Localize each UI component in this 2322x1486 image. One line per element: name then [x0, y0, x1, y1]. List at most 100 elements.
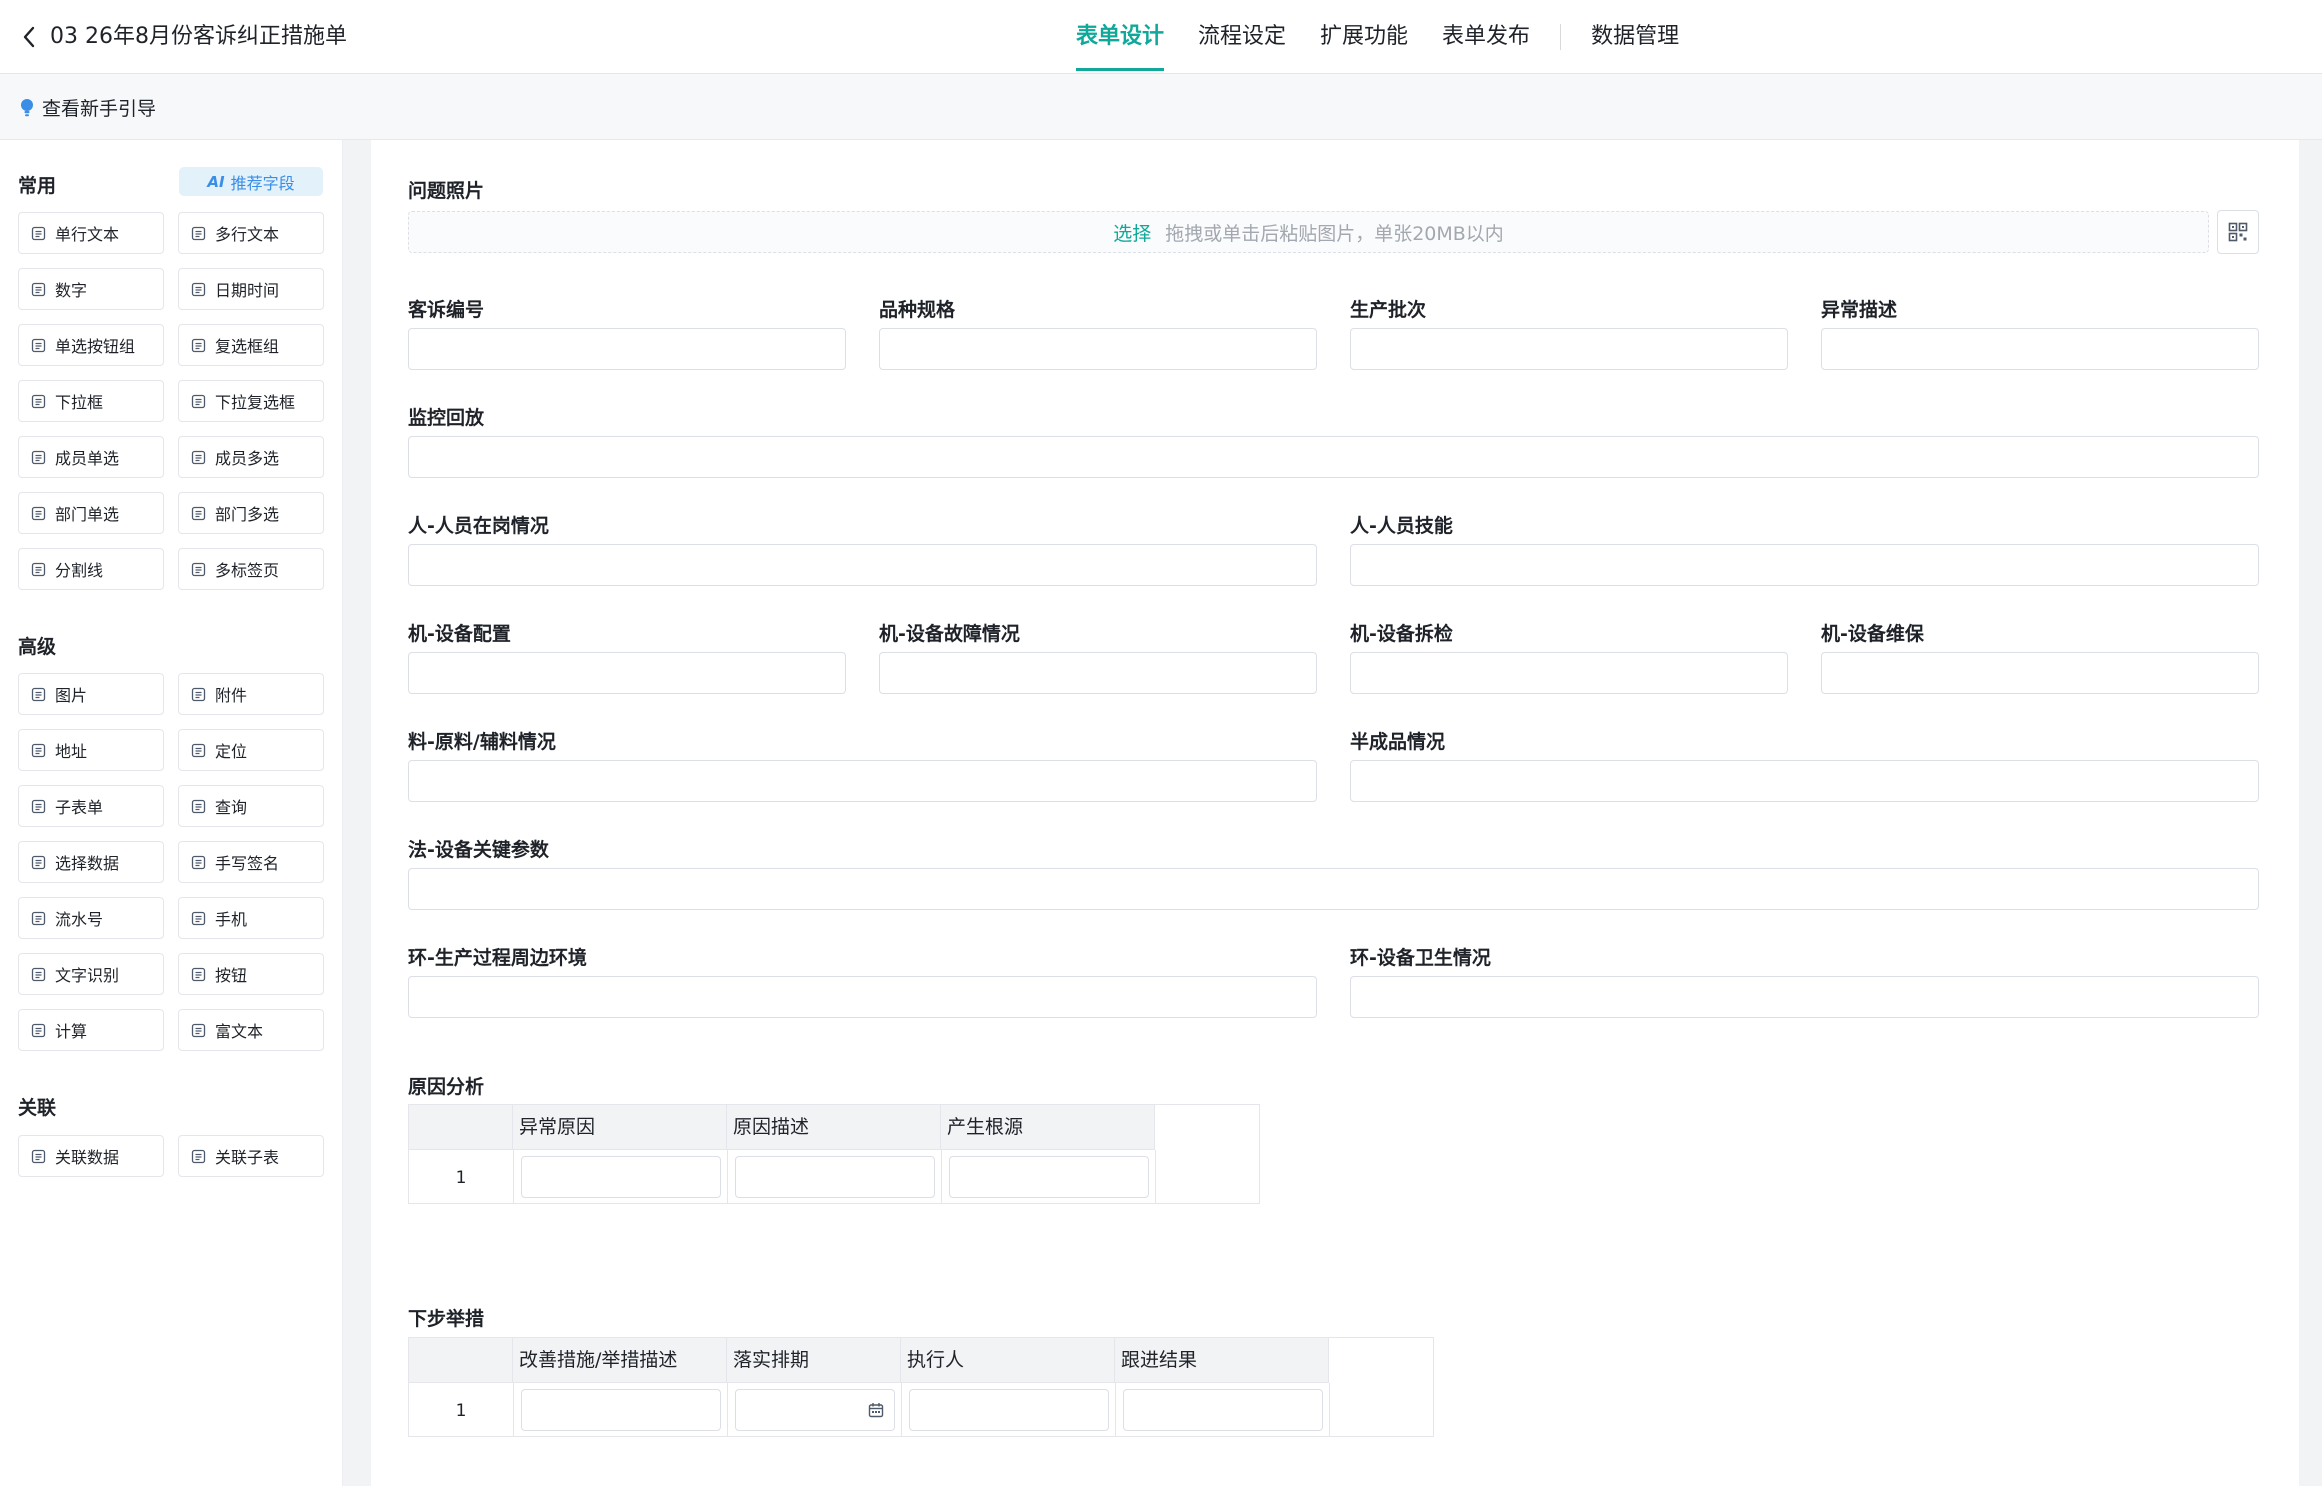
field-type-button[interactable]: 流水号	[18, 897, 164, 939]
field-type-button[interactable]: 关联子表	[178, 1135, 324, 1177]
field-type-button[interactable]: 查询	[178, 785, 324, 827]
back-button[interactable]	[14, 22, 44, 52]
field-type-label: 成员多选	[215, 449, 280, 468]
monitor-input[interactable]	[408, 436, 2259, 478]
field-type-button[interactable]: 多行文本	[178, 212, 324, 254]
image-icon	[31, 687, 46, 702]
field-type-button[interactable]: 部门单选	[18, 492, 164, 534]
table-header-cell: 执行人	[901, 1338, 1115, 1383]
field-type-button[interactable]: 地址	[18, 729, 164, 771]
env-hygiene-input[interactable]	[1350, 976, 2259, 1018]
section-title-advanced: 高级	[18, 636, 57, 658]
field-type-button[interactable]: 下拉框	[18, 380, 164, 422]
upload-hint: 拖拽或单击后粘贴图片，单张20MB以内	[1165, 222, 1504, 245]
cause-abnormal-reason-input[interactable]	[521, 1156, 721, 1198]
field-label-env-process: 环-生产过程周边环境	[408, 947, 587, 969]
field-label-material: 料-原料/辅料情况	[408, 731, 556, 753]
staff-onduty-input[interactable]	[408, 544, 1317, 586]
field-type-button[interactable]: 手机	[178, 897, 324, 939]
field-type-button[interactable]: 分割线	[18, 548, 164, 590]
field-type-button[interactable]: 下拉复选框	[178, 380, 324, 422]
executor-input[interactable]	[909, 1389, 1109, 1431]
field-type-label: 地址	[55, 742, 88, 761]
complaint-no-input[interactable]	[408, 328, 846, 370]
field-type-label: 子表单	[55, 798, 104, 817]
field-type-label: 关联数据	[55, 1148, 120, 1167]
field-type-button[interactable]: 定位	[178, 729, 324, 771]
image-upload-area[interactable]: 选择 拖拽或单击后粘贴图片，单张20MB以内	[408, 211, 2209, 253]
guide-link[interactable]: 查看新手引导	[20, 94, 156, 121]
field-label-spec: 品种规格	[879, 299, 956, 321]
field-type-label: 下拉复选框	[215, 393, 296, 412]
tab-form-design[interactable]: 表单设计	[1076, 0, 1165, 74]
dropdown-icon	[31, 394, 46, 409]
field-type-button[interactable]: 复选框组	[178, 324, 324, 366]
field-label-staff-skill: 人-人员技能	[1350, 515, 1453, 537]
tab-extensions[interactable]: 扩展功能	[1320, 0, 1408, 74]
material-input[interactable]	[408, 760, 1317, 802]
section-title-related: 关联	[18, 1097, 57, 1119]
improvement-measure-input[interactable]	[521, 1389, 721, 1431]
number-icon	[31, 282, 46, 297]
machine-config-input[interactable]	[408, 652, 846, 694]
schedule-date-input[interactable]	[735, 1389, 895, 1431]
field-type-button[interactable]: 成员单选	[18, 436, 164, 478]
field-type-button[interactable]: 单行文本	[18, 212, 164, 254]
field-type-button[interactable]: 多标签页	[178, 548, 324, 590]
field-type-label: 下拉框	[55, 393, 104, 412]
field-label-abnormal-desc: 异常描述	[1821, 299, 1898, 321]
field-type-button[interactable]: 文字识别	[18, 953, 164, 995]
calendar-icon	[191, 282, 206, 297]
field-type-label: 分割线	[55, 561, 104, 580]
field-type-button[interactable]: 富文本	[178, 1009, 324, 1051]
field-type-button[interactable]: 计算	[18, 1009, 164, 1051]
serial-number-icon	[31, 911, 46, 926]
tab-process-settings[interactable]: 流程设定	[1198, 0, 1286, 74]
ai-recommend-button[interactable]: AI 推荐字段	[179, 167, 323, 196]
field-type-button[interactable]: 图片	[18, 673, 164, 715]
field-type-label: 复选框组	[215, 337, 280, 356]
tab-data-management[interactable]: 数据管理	[1591, 0, 1679, 74]
field-type-button[interactable]: 关联数据	[18, 1135, 164, 1177]
batch-input[interactable]	[1350, 328, 1788, 370]
upload-choose-link[interactable]: 选择	[1113, 219, 1151, 246]
field-type-button[interactable]: 单选按钮组	[18, 324, 164, 366]
tab-publish[interactable]: 表单发布	[1442, 0, 1530, 74]
qr-code-button[interactable]	[2217, 210, 2259, 254]
spec-input[interactable]	[879, 328, 1317, 370]
field-type-button[interactable]: 日期时间	[178, 268, 324, 310]
follow-up-result-input[interactable]	[1123, 1389, 1323, 1431]
method-params-input[interactable]	[408, 868, 2259, 910]
semi-product-input[interactable]	[1350, 760, 2259, 802]
field-label-machine-config: 机-设备配置	[408, 623, 511, 645]
cause-description-input[interactable]	[735, 1156, 935, 1198]
table-header-cell: 改善措施/举措描述	[513, 1338, 727, 1383]
field-label-method-params: 法-设备关键参数	[408, 839, 549, 861]
field-type-label: 部门多选	[215, 505, 280, 524]
field-type-button[interactable]: 手写签名	[178, 841, 324, 883]
departments-icon	[191, 506, 206, 521]
link-subtable-icon	[191, 1149, 206, 1164]
field-type-button[interactable]: 部门多选	[178, 492, 324, 534]
checkbox-group-icon	[191, 338, 206, 353]
field-type-label: 附件	[215, 686, 248, 705]
machine-inspect-input[interactable]	[1350, 652, 1788, 694]
cause-root-input[interactable]	[949, 1156, 1149, 1198]
field-type-button[interactable]: 成员多选	[178, 436, 324, 478]
machine-maint-input[interactable]	[1821, 652, 2259, 694]
field-type-button[interactable]: 数字	[18, 268, 164, 310]
staff-skill-input[interactable]	[1350, 544, 2259, 586]
field-type-button[interactable]: 按钮	[178, 953, 324, 995]
field-label-photo: 问题照片	[408, 180, 485, 202]
main-tabs: 表单设计 流程设定 扩展功能 表单发布 数据管理	[1076, 0, 1679, 74]
machine-fault-input[interactable]	[879, 652, 1317, 694]
field-type-button[interactable]: 附件	[178, 673, 324, 715]
table-header-index	[409, 1338, 513, 1383]
field-type-button[interactable]: 选择数据	[18, 841, 164, 883]
env-process-input[interactable]	[408, 976, 1317, 1018]
field-type-label: 手写签名	[215, 854, 280, 873]
abnormal-desc-input[interactable]	[1821, 328, 2259, 370]
field-type-button[interactable]: 子表单	[18, 785, 164, 827]
field-type-label: 部门单选	[55, 505, 120, 524]
tabs-icon	[191, 562, 206, 577]
